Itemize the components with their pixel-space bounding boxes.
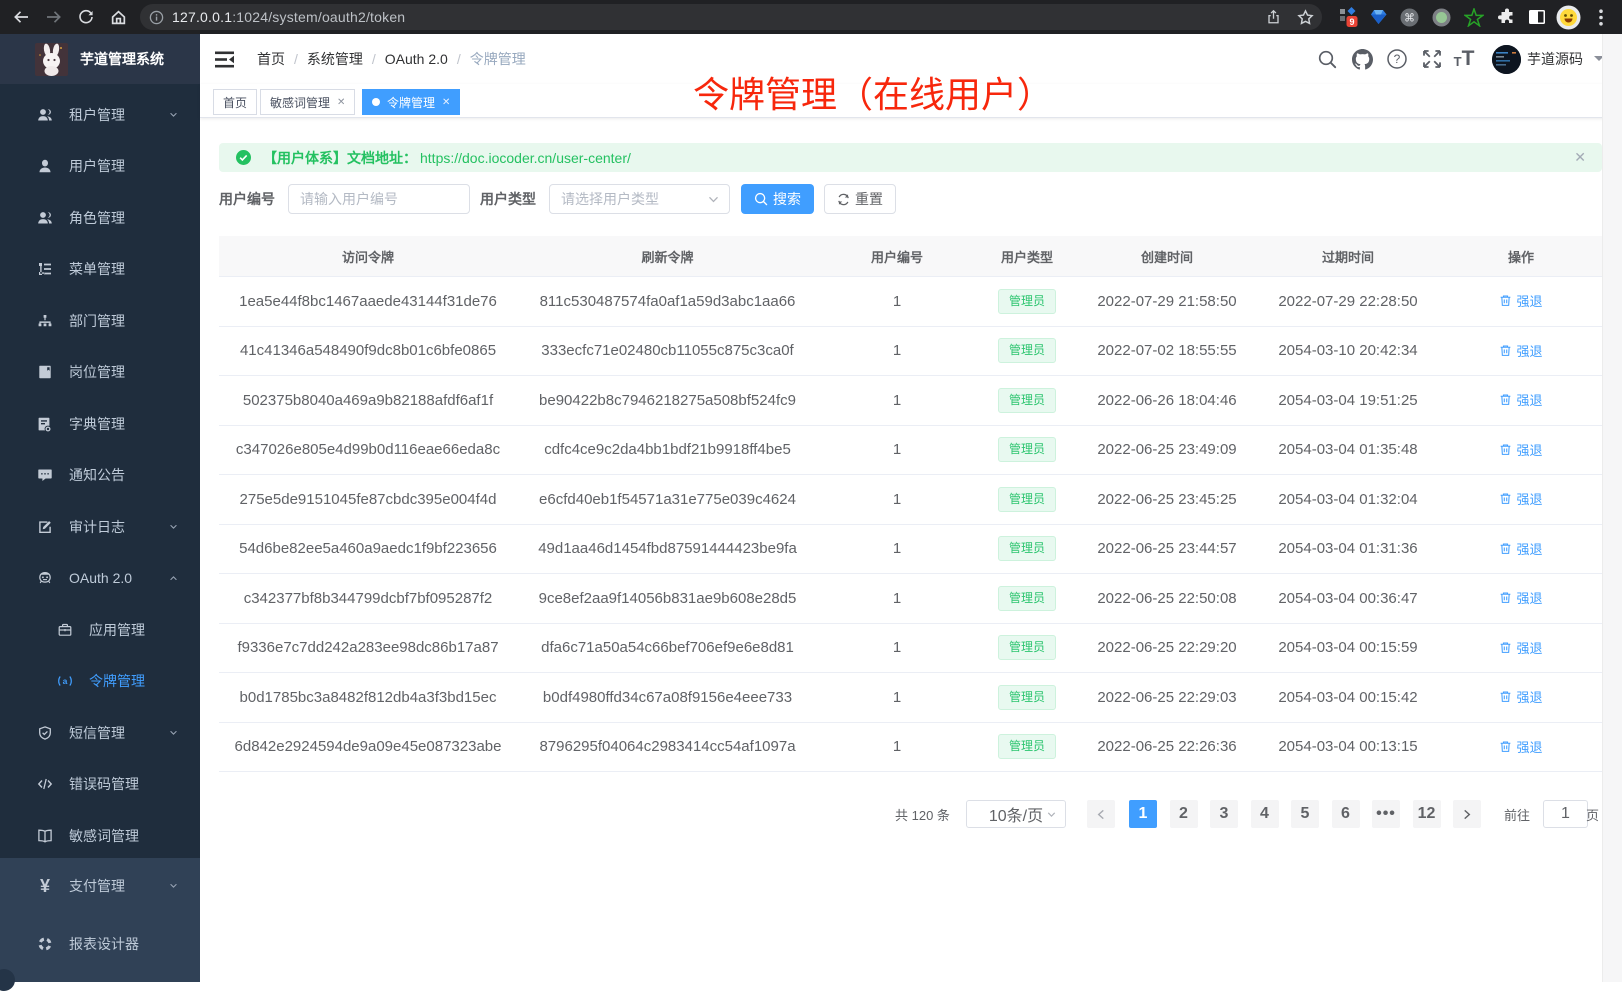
svg-text:9: 9 — [1349, 17, 1354, 27]
svg-text:?: ? — [1393, 52, 1400, 66]
svg-text:⌘: ⌘ — [1404, 12, 1415, 24]
